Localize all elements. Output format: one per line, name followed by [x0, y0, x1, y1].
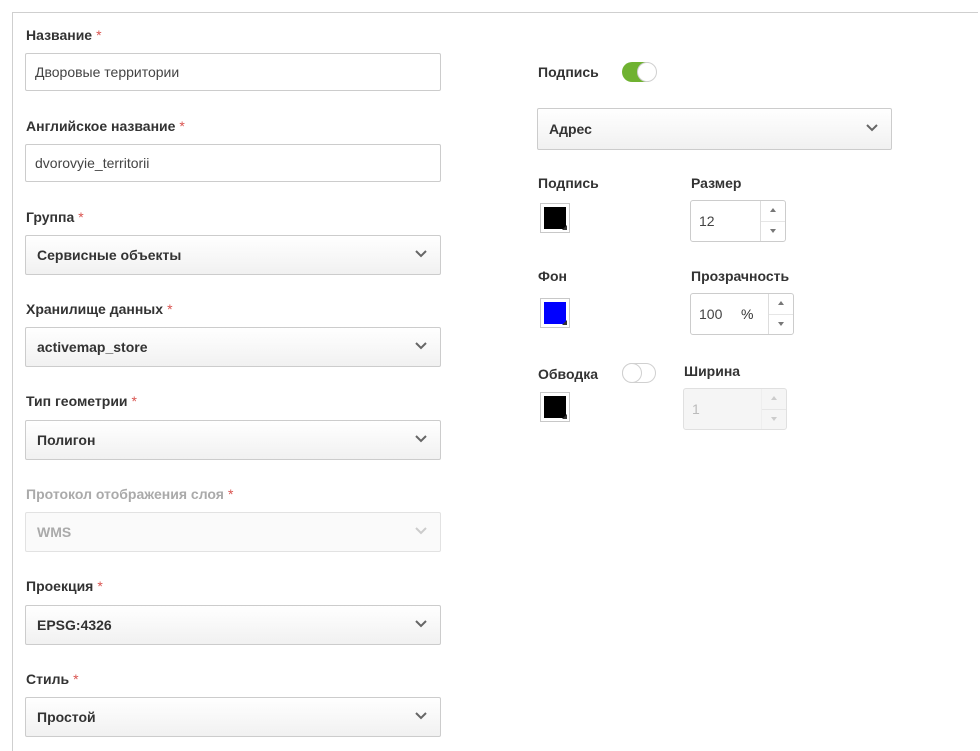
- size-increment-button[interactable]: [761, 201, 785, 222]
- toggle-knob: [637, 62, 657, 82]
- chevron-down-icon: [415, 342, 427, 350]
- name-label: Название *: [26, 27, 102, 43]
- geometry-select-value: Полигон: [37, 432, 96, 448]
- chevron-down-icon: [415, 250, 427, 258]
- protocol-select-value: WMS: [37, 524, 72, 540]
- width-label: Ширина: [684, 363, 741, 379]
- group-select-value: Сервисные объекты: [37, 247, 182, 263]
- label-field-select-value: Адрес: [549, 121, 592, 137]
- style-select[interactable]: Простой: [25, 697, 441, 737]
- caret-down-icon: [771, 417, 777, 421]
- chevron-down-icon: [415, 527, 427, 535]
- size-value: 12: [699, 213, 715, 229]
- label-toggle[interactable]: [622, 62, 657, 82]
- style-label: Стиль *: [26, 671, 79, 687]
- text-color-label: Подпись: [538, 175, 599, 191]
- dropdown-corner-icon: [562, 320, 567, 325]
- style-select-value: Простой: [37, 709, 96, 725]
- chevron-down-icon: [415, 620, 427, 628]
- chevron-down-icon: [415, 712, 427, 720]
- opacity-decrement-button[interactable]: [769, 314, 793, 334]
- storage-label: Хранилище данных *: [26, 301, 173, 317]
- chevron-down-icon: [866, 124, 878, 132]
- caret-up-icon: [771, 396, 777, 400]
- caret-up-icon: [770, 208, 776, 212]
- size-spinner[interactable]: 12: [690, 200, 786, 242]
- name-input[interactable]: Дворовые территории: [25, 53, 441, 91]
- english-name-label: Английское название *: [26, 118, 185, 134]
- projection-select-value: EPSG:4326: [37, 617, 112, 633]
- opacity-increment-button[interactable]: [769, 294, 793, 315]
- english-name-input[interactable]: dvorovyie_territorii: [25, 144, 441, 182]
- geometry-label: Тип геометрии *: [26, 393, 137, 409]
- width-spinner[interactable]: 1: [683, 388, 787, 430]
- geometry-select[interactable]: Полигон: [25, 420, 441, 460]
- storage-select-value: activemap_store: [37, 339, 148, 355]
- size-spinner-buttons: [760, 201, 785, 241]
- bg-color-label: Фон: [538, 268, 567, 284]
- projection-label: Проекция *: [26, 578, 103, 594]
- caret-down-icon: [778, 322, 784, 326]
- label-toggle-label: Подпись: [538, 64, 599, 80]
- width-spinner-buttons: [761, 389, 786, 429]
- width-increment-button[interactable]: [762, 389, 786, 410]
- label-field-select[interactable]: Адрес: [537, 108, 892, 150]
- size-decrement-button[interactable]: [761, 221, 785, 241]
- width-decrement-button[interactable]: [762, 409, 786, 429]
- group-select[interactable]: Сервисные объекты: [25, 235, 441, 275]
- dropdown-corner-icon: [562, 414, 567, 419]
- opacity-value: 100: [699, 306, 723, 322]
- chevron-down-icon: [415, 435, 427, 443]
- toggle-knob: [622, 363, 642, 383]
- protocol-label: Протокол отображения слоя *: [26, 486, 234, 502]
- opacity-unit: %: [741, 306, 754, 322]
- stroke-toggle[interactable]: [622, 363, 656, 383]
- caret-down-icon: [770, 229, 776, 233]
- projection-select[interactable]: EPSG:4326: [25, 605, 441, 645]
- width-value: 1: [692, 401, 700, 417]
- bg-color-swatch[interactable]: [540, 298, 570, 328]
- opacity-spinner-buttons: [768, 294, 793, 334]
- stroke-label: Обводка: [538, 366, 599, 382]
- opacity-spinner[interactable]: 100 %: [690, 293, 794, 335]
- size-label: Размер: [691, 175, 742, 191]
- group-label: Группа *: [26, 209, 84, 225]
- caret-up-icon: [778, 301, 784, 305]
- protocol-select[interactable]: WMS: [25, 512, 441, 552]
- stroke-color-swatch[interactable]: [540, 392, 570, 422]
- dropdown-corner-icon: [562, 225, 567, 230]
- text-color-swatch[interactable]: [540, 203, 570, 233]
- opacity-label: Прозрачность: [691, 268, 790, 284]
- storage-select[interactable]: activemap_store: [25, 327, 441, 367]
